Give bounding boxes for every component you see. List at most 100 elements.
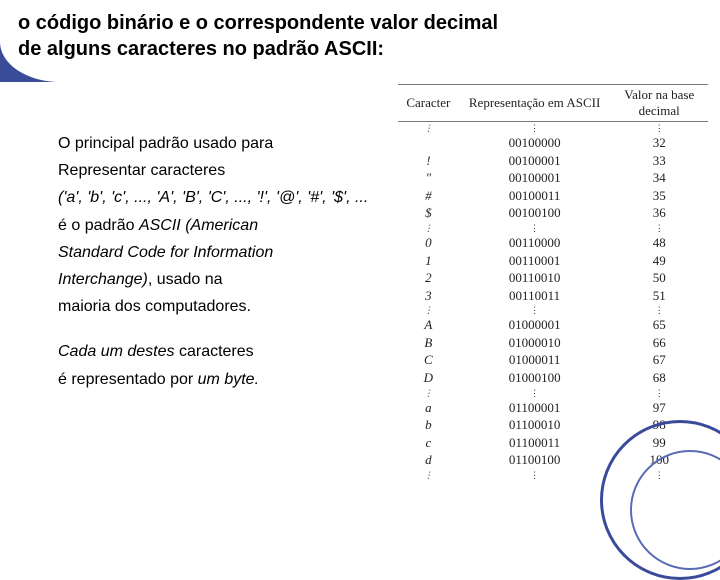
table-cell: ⋮ [459, 222, 611, 234]
table-cell: D [398, 369, 459, 387]
body-text: O principal padrão usado para Representa… [58, 132, 378, 395]
table-cell: 0 [398, 234, 459, 252]
table-cell: 01100100 [459, 451, 611, 469]
table-row: C0100001167 [398, 351, 708, 369]
table-row: ⋮⋮⋮ [398, 387, 708, 399]
table-cell: 3 [398, 287, 459, 305]
table-row: 30011001151 [398, 287, 708, 305]
table-row: 00011000048 [398, 234, 708, 252]
table-cell: 66 [610, 334, 708, 352]
table-cell: b [398, 416, 459, 434]
body-l9a: é representado por [58, 371, 198, 388]
table-cell: ⋮ [398, 304, 459, 316]
table-cell: 1 [398, 252, 459, 270]
table-row: ⋮⋮⋮ [398, 122, 708, 135]
table-cell: 68 [610, 369, 708, 387]
table-cell: ⋮ [459, 387, 611, 399]
table-row: A0100000165 [398, 316, 708, 334]
table-cell: 65 [610, 316, 708, 334]
table-cell: 32 [610, 134, 708, 152]
table-cell: ⋮ [610, 387, 708, 399]
table-cell: 51 [610, 287, 708, 305]
table-cell: 01100011 [459, 434, 611, 452]
table-cell: 00100001 [459, 169, 611, 187]
body-l6b: , usado na [148, 271, 223, 288]
table-cell: 01000100 [459, 369, 611, 387]
table-cell: c [398, 434, 459, 452]
body-l8a: Cada um destes [58, 343, 175, 360]
table-row: 10011000149 [398, 252, 708, 270]
table-cell: ⋮ [398, 222, 459, 234]
table-cell: d [398, 451, 459, 469]
col-caracter: Caracter [398, 85, 459, 122]
table-cell: 01000011 [459, 351, 611, 369]
table-cell: 50 [610, 269, 708, 287]
table-cell: 00100011 [459, 187, 611, 205]
body-l6a: Interchange) [58, 271, 148, 288]
table-cell: 00110001 [459, 252, 611, 270]
body-l3: ('a', 'b', 'c', ..., 'A', 'B', 'C', ...,… [58, 186, 378, 209]
table-header-row: Caracter Representação em ASCII Valor na… [398, 85, 708, 122]
table-row: #0010001135 [398, 187, 708, 205]
table-cell: ! [398, 152, 459, 170]
table-cell: ⋮ [459, 122, 611, 135]
table-row: $0010010036 [398, 204, 708, 222]
table-cell: ⋮ [610, 304, 708, 316]
table-row: !0010000133 [398, 152, 708, 170]
table-cell: a [398, 399, 459, 417]
table-row: ⋮⋮⋮ [398, 304, 708, 316]
title-line2: de alguns caracteres no padrão ASCII: [18, 38, 384, 60]
table-row: ⋮⋮⋮ [398, 222, 708, 234]
table-row: D0100010068 [398, 369, 708, 387]
table-cell: ⋮ [610, 222, 708, 234]
table-cell: 48 [610, 234, 708, 252]
table-cell: ⋮ [398, 469, 459, 481]
table-cell: 35 [610, 187, 708, 205]
table-cell: B [398, 334, 459, 352]
body-l4b: ASCII (American [139, 217, 258, 234]
table-cell: 01000001 [459, 316, 611, 334]
table-cell: 01100001 [459, 399, 611, 417]
table-cell: 01000010 [459, 334, 611, 352]
table-cell: ⋮ [610, 122, 708, 135]
table-cell: ⋮ [459, 469, 611, 481]
table-cell: 67 [610, 351, 708, 369]
table-cell: 00110010 [459, 269, 611, 287]
table-cell: ⋮ [459, 304, 611, 316]
table-cell: " [398, 169, 459, 187]
body-l4a: é o padrão [58, 217, 139, 234]
body-l5: Standard Code for Information [58, 241, 378, 264]
table-cell: # [398, 187, 459, 205]
table-cell [398, 134, 459, 152]
body-l1: O principal padrão usado para [58, 132, 378, 155]
table-cell: 00100100 [459, 204, 611, 222]
table-cell: 36 [610, 204, 708, 222]
table-cell: ⋮ [398, 122, 459, 135]
table-row: "0010000134 [398, 169, 708, 187]
table-cell: A [398, 316, 459, 334]
table-cell: C [398, 351, 459, 369]
table-cell: 97 [610, 399, 708, 417]
table-cell: 00100000 [459, 134, 611, 152]
table-cell: 33 [610, 152, 708, 170]
table-row: a0110000197 [398, 399, 708, 417]
body-l7: maioria dos computadores. [58, 295, 378, 318]
table-cell: 00100001 [459, 152, 611, 170]
table-cell: 00110000 [459, 234, 611, 252]
table-cell: 34 [610, 169, 708, 187]
table-cell: $ [398, 204, 459, 222]
table-row: 0010000032 [398, 134, 708, 152]
col-ascii: Representação em ASCII [459, 85, 611, 122]
table-cell: 01100010 [459, 416, 611, 434]
table-cell: 2 [398, 269, 459, 287]
body-l9b: um byte. [198, 371, 259, 388]
slide-title: o código binário e o correspondente valo… [18, 10, 578, 62]
table-cell: 00110011 [459, 287, 611, 305]
col-decimal: Valor na base decimal [610, 85, 708, 122]
table-row: B0100001066 [398, 334, 708, 352]
body-l8b: caracteres [175, 343, 254, 360]
table-cell: ⋮ [398, 387, 459, 399]
title-line1: o código binário e o correspondente valo… [18, 12, 498, 34]
table-cell: 49 [610, 252, 708, 270]
body-l2: Representar caracteres [58, 159, 378, 182]
